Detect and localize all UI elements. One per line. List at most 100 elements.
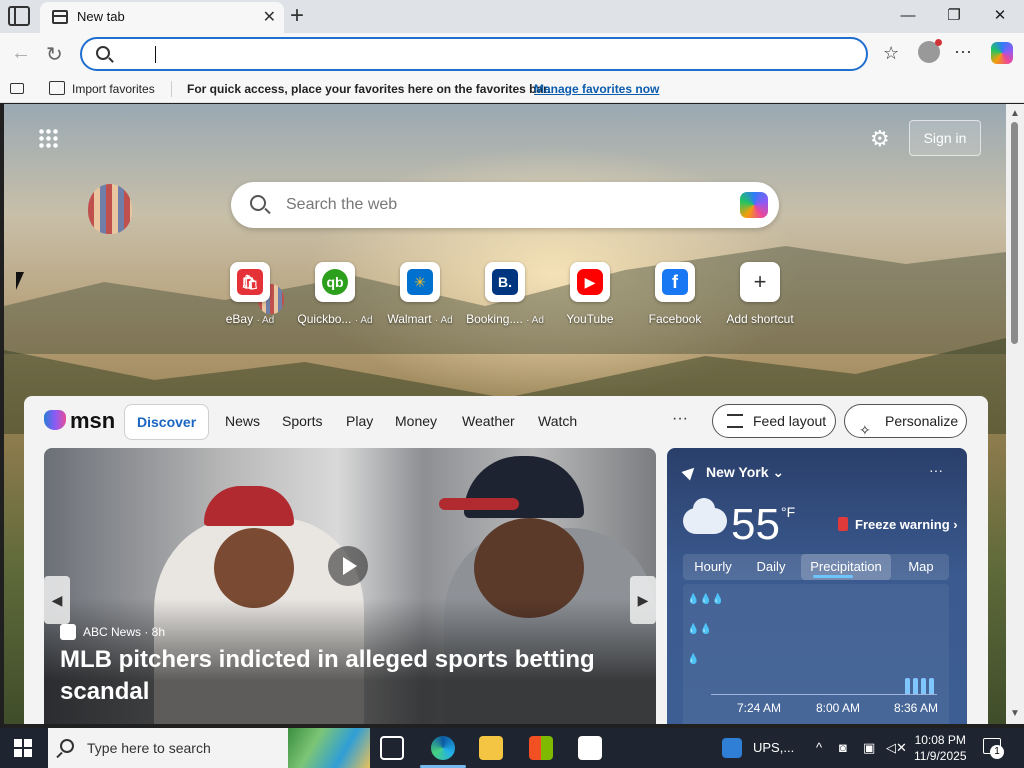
shortcut-booking[interactable]: B. Booking.... · Ad (463, 262, 547, 326)
shortcut-tile: + (740, 262, 780, 302)
abc-news-logo-icon (60, 624, 76, 640)
hero-article-card[interactable]: ◀ ▶ ABC News · 8h MLB pitchers indicted … (44, 448, 656, 724)
mail-icon[interactable] (578, 736, 602, 760)
msn-logo-icon (44, 410, 66, 430)
text-caret (155, 46, 156, 63)
taskbar-search-box[interactable]: Type here to search (48, 728, 370, 768)
microsoft-store-icon[interactable] (529, 736, 553, 760)
minimize-button[interactable]: — (888, 4, 928, 28)
add-shortcut-button[interactable]: + Add shortcut (718, 262, 802, 326)
shortcut-facebook[interactable]: f Facebook (633, 262, 717, 326)
feed-layout-button[interactable]: Feed layout (712, 404, 836, 438)
apps-launcher-icon[interactable] (38, 128, 58, 148)
profile-avatar[interactable] (918, 39, 942, 63)
tab-precipitation[interactable]: Precipitation (801, 554, 891, 580)
clock-time: 10:08 PM (914, 733, 966, 747)
system-clock[interactable]: 10:08 PM 11/9/2025 (914, 732, 967, 764)
stocks-widget-icon[interactable] (722, 738, 742, 758)
weather-card[interactable]: New York ⌄ ··· 55 °F Freeze warning › Ho… (667, 448, 967, 724)
close-window-button[interactable]: ✕ (980, 4, 1020, 28)
walmart-logo-icon: ✳ (407, 269, 433, 295)
import-icon[interactable] (49, 81, 65, 95)
shortcut-youtube[interactable]: ▶ YouTube (548, 262, 632, 326)
temperature-unit: °F (781, 504, 796, 520)
personalize-button[interactable]: ✧ Personalize (844, 404, 967, 438)
weather-location[interactable]: New York ⌄ (706, 464, 784, 481)
gear-icon[interactable]: ⚙ (870, 126, 890, 152)
tab-sports[interactable]: Sports (270, 404, 334, 440)
tab-close-icon[interactable]: ✕ (263, 7, 276, 27)
new-tab-button[interactable]: + (290, 2, 304, 30)
favorites-star-icon[interactable]: ☆ (883, 43, 899, 64)
import-favorites-button[interactable]: Import favorites (72, 82, 155, 96)
tab-daily[interactable]: Daily (743, 554, 799, 580)
precipitation-chart: 💧💧💧 💧💧 💧 7:24 AM 8:00 AM 8:36 AM (683, 584, 949, 724)
tab-new-tab[interactable]: New tab ✕ (40, 2, 284, 33)
copilot-icon[interactable] (740, 192, 768, 218)
weather-tabs: Hourly Daily Precipitation Map (683, 554, 949, 580)
edge-browser-icon[interactable] (431, 736, 455, 760)
chevron-down-icon: ⌄ (772, 464, 785, 480)
file-explorer-icon[interactable] (479, 736, 503, 760)
tab-discover[interactable]: Discover (124, 404, 210, 440)
tab-play[interactable]: Play (334, 404, 385, 440)
ebay-logo-icon: 🛍 (237, 269, 263, 295)
network-icon[interactable]: ▣ (863, 740, 875, 756)
favorites-hint-text: For quick access, place your favorites h… (187, 82, 551, 96)
precip-bar (913, 678, 918, 694)
web-search-placeholder: Search the web (286, 196, 398, 213)
carousel-next-button[interactable]: ▶ (630, 576, 656, 624)
back-button[interactable]: ← (11, 42, 31, 65)
show-hidden-icons-icon[interactable]: ^ (816, 740, 822, 755)
notification-count-badge: 1 (990, 745, 1004, 759)
shortcut-tile: qb (315, 262, 355, 302)
msn-logo-text: msn (70, 408, 116, 433)
sparkle-icon: ✧ (859, 422, 871, 438)
chart-tick-label: 8:36 AM (894, 701, 939, 715)
windows-start-icon[interactable] (14, 739, 32, 757)
manage-favorites-link[interactable]: Manage favorites now (534, 82, 659, 96)
tab-weather[interactable]: Weather (450, 404, 527, 440)
plus-icon: + (753, 269, 767, 294)
settings-more-button[interactable]: ··· (954, 41, 972, 62)
maximize-button[interactable]: ❐ (934, 4, 974, 28)
scroll-up-icon[interactable]: ▲ (1010, 108, 1020, 119)
red-cap-image (204, 486, 294, 526)
tab-hourly[interactable]: Hourly (683, 554, 743, 580)
copilot-icon[interactable] (991, 42, 1013, 64)
shortcut-label: Walmart · Ad (387, 312, 453, 326)
web-search-box[interactable]: Search the web (231, 182, 779, 228)
tab-money[interactable]: Money (383, 404, 449, 440)
scrollbar-thumb[interactable] (1011, 122, 1018, 344)
shortcut-walmart[interactable]: ✳ Walmart · Ad (378, 262, 462, 326)
shortcut-quickbooks[interactable]: qb Quickbo... · Ad (293, 262, 377, 326)
tab-news[interactable]: News (213, 404, 272, 440)
sidebar-toggle-icon[interactable] (8, 6, 30, 26)
tab-watch[interactable]: Watch (526, 404, 589, 440)
new-tab-page-icon (52, 10, 68, 24)
location-arrow-icon (681, 463, 699, 481)
precip-bar (929, 678, 934, 694)
volume-muted-icon[interactable]: ◁✕ (886, 740, 907, 756)
shortcut-tile: ✳ (400, 262, 440, 302)
clock-date: 11/9/2025 (914, 749, 967, 763)
ups-widget-label[interactable]: UPS,... (753, 740, 794, 755)
refresh-button[interactable]: ↻ (46, 42, 63, 67)
article-headline[interactable]: MLB pitchers indicted in alleged sports … (60, 644, 620, 708)
play-icon[interactable] (328, 546, 368, 586)
shortcut-ebay[interactable]: 🛍 eBay · Ad (208, 262, 292, 326)
freeze-warning-link[interactable]: Freeze warning › (855, 517, 958, 532)
scroll-down-icon[interactable]: ▼ (1010, 708, 1020, 719)
shortcut-label: Add shortcut (726, 312, 794, 326)
task-view-icon[interactable] (380, 736, 404, 760)
camera-icon[interactable]: ◙ (839, 740, 847, 755)
weather-more-icon[interactable]: ··· (929, 462, 943, 478)
page-scrollbar[interactable]: ▲ ▼ (1006, 104, 1024, 724)
sign-in-button[interactable]: Sign in (909, 120, 981, 156)
title-bar: New tab ✕ + — ❐ ✕ (0, 0, 1024, 33)
carousel-prev-button[interactable]: ◀ (44, 576, 70, 624)
tab-map[interactable]: Map (895, 554, 947, 580)
address-bar[interactable] (80, 37, 868, 71)
more-options-icon[interactable]: ··· (672, 410, 688, 428)
chart-tick-label: 7:24 AM (737, 701, 782, 715)
